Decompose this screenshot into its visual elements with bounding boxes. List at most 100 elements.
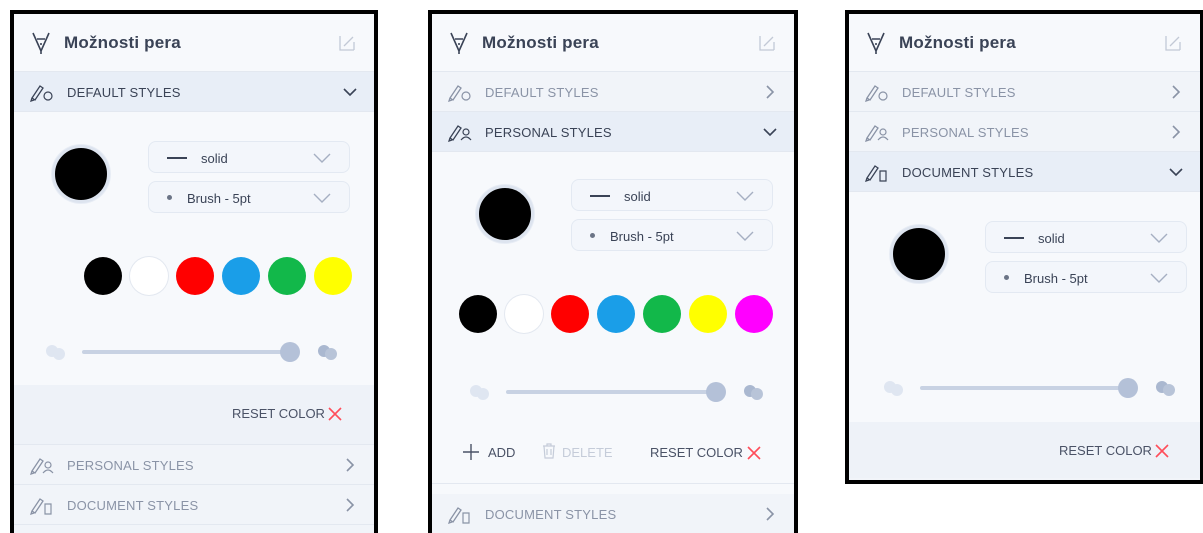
- color-yellow[interactable]: [689, 295, 727, 333]
- high-opacity-icon: [1156, 381, 1175, 396]
- section-label: PERSONAL STYLES: [485, 125, 612, 140]
- plus-icon[interactable]: [462, 443, 480, 461]
- slider-thumb[interactable]: [1118, 378, 1138, 398]
- brush-dot-icon: [590, 233, 595, 238]
- panel-title: Možnosti pera: [64, 33, 181, 52]
- slider-track: [506, 390, 718, 394]
- low-opacity-icon: [884, 381, 903, 396]
- style-editor: solid Brush - 5pt: [849, 192, 1200, 422]
- selected-color-swatch[interactable]: [52, 145, 110, 203]
- color-red[interactable]: [551, 295, 589, 333]
- section-personal-styles[interactable]: PERSONAL STYLES: [14, 445, 374, 485]
- pen-person-icon: [448, 125, 472, 142]
- popout-icon[interactable]: [1164, 34, 1182, 52]
- section-personal-styles[interactable]: PERSONAL STYLES: [849, 112, 1200, 152]
- opacity-slider[interactable]: [468, 379, 768, 403]
- reset-color-button[interactable]: RESET COLOR: [650, 445, 743, 460]
- panel-title: Možnosti pera: [482, 33, 599, 52]
- panel-title: Možnosti pera: [899, 33, 1016, 52]
- chevron-right-icon: [766, 507, 775, 521]
- section-label: DEFAULT STYLES: [902, 85, 1016, 100]
- selected-color-swatch[interactable]: [890, 225, 948, 283]
- color-blue[interactable]: [597, 295, 635, 333]
- color-white[interactable]: [130, 257, 168, 295]
- chevron-down-icon: [343, 88, 357, 97]
- line-style-dropdown[interactable]: solid: [571, 179, 773, 211]
- color-yellow[interactable]: [314, 257, 352, 295]
- opacity-slider[interactable]: [44, 339, 344, 363]
- pen-person-icon: [865, 125, 889, 142]
- reset-color-button[interactable]: RESET COLOR: [232, 406, 325, 421]
- line-style-dropdown[interactable]: solid: [148, 141, 350, 173]
- pen-options-panel-personal: Možnosti pera DEFAULT STYLES PERSONAL ST…: [428, 10, 798, 533]
- section-default-styles[interactable]: DEFAULT STYLES: [849, 72, 1200, 112]
- chevron-right-icon: [346, 498, 355, 512]
- brush-size-dropdown[interactable]: Brush - 5pt: [148, 181, 350, 213]
- pen-style-icon: [30, 85, 53, 102]
- section-default-styles[interactable]: DEFAULT STYLES: [432, 72, 794, 112]
- line-style-icon: [590, 195, 610, 197]
- section-label: PERSONAL STYLES: [67, 458, 194, 473]
- section-document-styles[interactable]: DOCUMENT STYLES: [432, 494, 794, 533]
- popout-icon[interactable]: [338, 34, 356, 52]
- line-style-icon: [167, 157, 187, 159]
- style-footer: ADD DELETE RESET COLOR: [432, 424, 794, 484]
- color-black[interactable]: [459, 295, 497, 333]
- pen-document-icon: [448, 507, 470, 524]
- low-opacity-icon: [470, 385, 489, 400]
- reset-color-button[interactable]: RESET COLOR: [1059, 443, 1152, 458]
- close-icon[interactable]: [1154, 443, 1170, 459]
- popout-icon[interactable]: [758, 34, 776, 52]
- brush-size-dropdown[interactable]: Brush - 5pt: [985, 261, 1187, 293]
- close-icon[interactable]: [746, 445, 762, 461]
- style-editor: solid Brush - 5pt: [432, 152, 794, 424]
- slider-thumb[interactable]: [280, 342, 300, 362]
- pen-options-panel-default: Možnosti pera DEFAULT STYLES solid Brush…: [10, 10, 378, 533]
- section-label: DOCUMENT STYLES: [485, 507, 617, 522]
- color-magenta[interactable]: [735, 295, 773, 333]
- spacer: [432, 484, 794, 494]
- brush-size-value: Brush - 5pt: [610, 229, 674, 244]
- close-icon[interactable]: [327, 406, 343, 422]
- section-document-styles[interactable]: DOCUMENT STYLES: [14, 485, 374, 525]
- color-red[interactable]: [176, 257, 214, 295]
- high-opacity-icon: [318, 345, 337, 360]
- chevron-down-icon: [313, 193, 331, 203]
- section-label: DEFAULT STYLES: [67, 85, 181, 100]
- section-personal-styles[interactable]: PERSONAL STYLES: [432, 112, 794, 152]
- chevron-right-icon: [1172, 85, 1181, 99]
- panel-header: Možnosti pera: [14, 14, 374, 72]
- chevron-down-icon: [313, 153, 331, 163]
- slider-thumb[interactable]: [706, 382, 726, 402]
- pen-person-icon: [30, 458, 54, 475]
- add-button[interactable]: ADD: [488, 445, 515, 460]
- line-style-value: solid: [624, 189, 651, 204]
- line-style-dropdown[interactable]: solid: [985, 221, 1187, 253]
- opacity-slider[interactable]: [882, 375, 1182, 399]
- section-document-styles[interactable]: DOCUMENT STYLES: [849, 152, 1200, 192]
- chevron-down-icon: [1150, 233, 1168, 243]
- line-style-icon: [1004, 237, 1024, 239]
- color-black[interactable]: [84, 257, 122, 295]
- color-green[interactable]: [643, 295, 681, 333]
- chevron-down-icon: [736, 231, 754, 241]
- brush-size-dropdown[interactable]: Brush - 5pt: [571, 219, 773, 251]
- color-white[interactable]: [505, 295, 543, 333]
- brush-size-value: Brush - 5pt: [187, 191, 251, 206]
- pen-document-icon: [865, 165, 887, 182]
- panel-header: Možnosti pera: [849, 14, 1200, 72]
- trash-icon: [543, 443, 555, 459]
- pen-nib-icon: [450, 32, 468, 54]
- selected-color-swatch[interactable]: [476, 185, 534, 243]
- section-default-styles[interactable]: DEFAULT STYLES: [14, 72, 374, 112]
- section-label: DOCUMENT STYLES: [67, 498, 199, 513]
- section-label: PERSONAL STYLES: [902, 125, 1029, 140]
- slider-track: [920, 386, 1130, 390]
- brush-dot-icon: [167, 195, 172, 200]
- line-style-value: solid: [201, 151, 228, 166]
- color-blue[interactable]: [222, 257, 260, 295]
- pen-nib-icon: [32, 32, 50, 54]
- chevron-down-icon: [736, 191, 754, 201]
- low-opacity-icon: [46, 345, 65, 360]
- color-green[interactable]: [268, 257, 306, 295]
